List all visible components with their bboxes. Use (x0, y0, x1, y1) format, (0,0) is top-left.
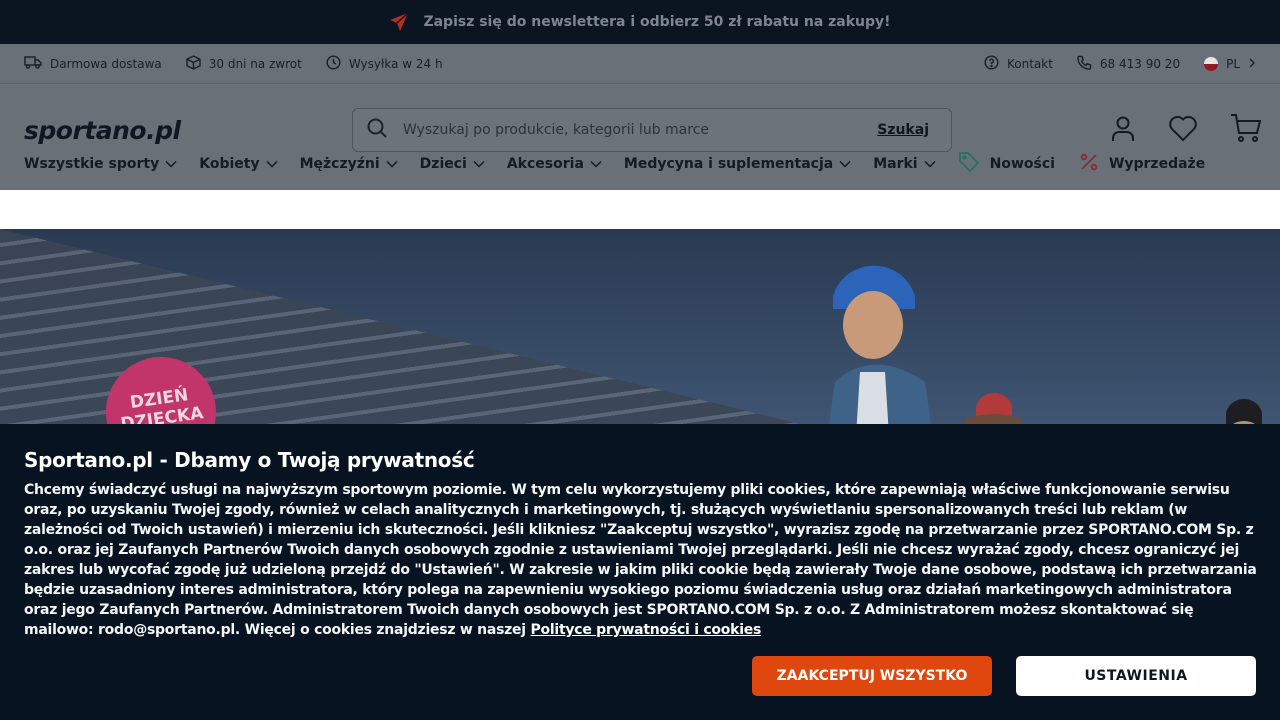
chevron-down-icon (473, 156, 485, 172)
accept-all-button[interactable]: ZAAKCEPTUJ WSZYSTKO (752, 656, 992, 696)
kid-with-helmet-image (829, 265, 931, 424)
user-account-icon[interactable] (1110, 114, 1136, 146)
nav-item-label: Kobiety (199, 156, 260, 172)
cookie-body: Chcemy świadczyć usługi na najwyższym sp… (24, 480, 1258, 640)
privacy-policy-link[interactable]: Polityce prywatności i cookies (530, 622, 761, 638)
promo-text: Zapisz się do newslettera i odbierz 50 z… (423, 14, 891, 30)
hero-banner[interactable]: DZIEŃ DZIECKA (0, 229, 1280, 424)
contact-label: Kontakt (1006, 56, 1053, 71)
nav-item-label: Dzieci (419, 156, 467, 172)
nav-item-accessories[interactable]: Akcesoria (507, 156, 602, 172)
paper-plane-icon (389, 12, 409, 32)
nav-item-label: Wszystkie sporty (24, 156, 160, 172)
clock-icon (326, 54, 341, 73)
box-icon (186, 54, 201, 73)
free-delivery-label: Darmowa dostawa (50, 56, 162, 71)
nav-item-sale[interactable]: Wyprzedaże (1079, 152, 1205, 176)
phone-link[interactable]: 68 413 90 20 (1077, 55, 1180, 73)
nav-item-label: Medycyna i suplementacja (623, 156, 834, 172)
info-bar: Darmowa dostawa 30 dni na zwrot Wysyłka … (0, 44, 1280, 84)
shipping-label: Wysyłka w 24 h (348, 56, 443, 71)
search-button[interactable]: Szukaj (877, 122, 929, 138)
search-input[interactable] (403, 122, 878, 138)
nav-item-label: Marki (873, 156, 918, 172)
chevron-down-icon (924, 156, 936, 172)
chevron-down-icon (590, 156, 602, 172)
tag-icon (958, 151, 980, 177)
chevron-down-icon (266, 156, 278, 172)
phone-icon (1077, 55, 1092, 73)
nav-item-all-sports[interactable]: Wszystkie sporty (24, 156, 177, 172)
chevron-down-icon (839, 156, 851, 172)
nav-item-label: Wyprzedaże (1108, 156, 1206, 172)
cookie-title: Sportano.pl - Dbamy o Twoją prywatność (24, 448, 475, 472)
language-selector[interactable]: PL (1204, 56, 1256, 71)
shipping-info: Wysyłka w 24 h (326, 54, 443, 73)
chevron-down-icon (386, 156, 398, 172)
nav-item-label: Nowości (989, 156, 1055, 172)
nav-item-women[interactable]: Kobiety (199, 156, 278, 172)
cookie-body-text: Chcemy świadczyć usługi na najwyższym sp… (24, 482, 1257, 638)
logo[interactable]: sportano.pl (24, 116, 352, 145)
truck-icon (24, 55, 42, 72)
returns-label: 30 dni na zwrot (208, 56, 302, 71)
cart-icon[interactable] (1230, 113, 1262, 147)
nav-item-label: Akcesoria (506, 156, 584, 172)
percent-icon (1079, 152, 1099, 176)
chevron-down-icon (165, 156, 177, 172)
chevron-right-icon (1248, 57, 1256, 71)
kid-black-helmet-image (1226, 399, 1262, 424)
help-circle-icon (984, 54, 999, 73)
nav-item-new[interactable]: Nowości (958, 151, 1055, 177)
poland-flag-icon (1204, 56, 1219, 71)
cookie-settings-button[interactable]: USTAWIENIA (1016, 656, 1256, 696)
contact-link[interactable]: Kontakt (984, 54, 1053, 73)
search-icon (365, 116, 389, 144)
wishlist-heart-icon[interactable] (1168, 114, 1198, 146)
site-header: Darmowa dostawa 30 dni na zwrot Wysyłka … (0, 44, 1280, 190)
free-delivery-info: Darmowa dostawa (24, 55, 162, 72)
nav-item-label: Mężczyźni (299, 156, 380, 172)
nav-item-brands[interactable]: Marki (873, 156, 936, 172)
phone-label: 68 413 90 20 (1099, 56, 1181, 71)
nav-item-men[interactable]: Mężczyźni (300, 156, 398, 172)
language-label: PL (1226, 56, 1240, 71)
nav-item-kids[interactable]: Dzieci (420, 156, 485, 172)
kid-red-helmet-image (966, 393, 1022, 424)
returns-info: 30 dni na zwrot (186, 54, 302, 73)
search-bar: Szukaj (352, 108, 952, 152)
nav-item-medicine[interactable]: Medycyna i suplementacja (624, 156, 851, 172)
cookie-consent-panel: Sportano.pl - Dbamy o Twoją prywatność C… (0, 424, 1280, 720)
newsletter-promo-bar[interactable]: Zapisz się do newslettera i odbierz 50 z… (0, 0, 1280, 44)
